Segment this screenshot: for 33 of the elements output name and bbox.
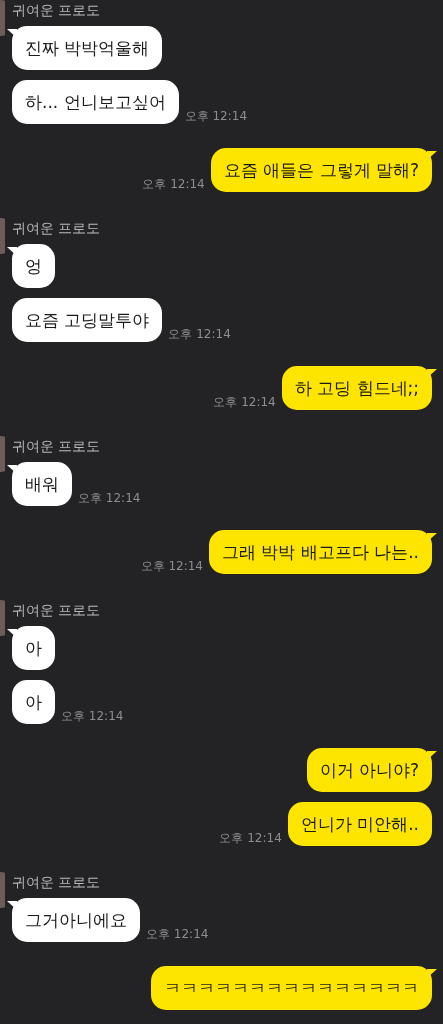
message-bubble[interactable]: 하 고딩 힘드네;; [281, 366, 437, 410]
message-bubble[interactable]: 배워 [7, 462, 72, 506]
message-bubble[interactable]: ㅋㅋㅋㅋㅋㅋㅋㅋㅋㅋㅋㅋㅋㅋㅋ [151, 966, 437, 1010]
timestamp: 오후 12:14 [78, 491, 141, 505]
avatar[interactable] [0, 872, 5, 908]
message-bubble[interactable]: 하... 언니보고싶어 [12, 80, 179, 124]
timestamp: 오후 12:14 [184, 109, 248, 123]
timestamp: 오후 12:14 [168, 327, 231, 341]
message-bubble[interactable]: 진짜 박박억울해 [7, 26, 163, 70]
message-bubble[interactable]: 아 [12, 680, 55, 724]
avatar[interactable] [0, 600, 5, 636]
sender-name: 귀여운 프로도 [12, 873, 101, 892]
sender-name: 귀여운 프로도 [12, 219, 101, 238]
message-bubble[interactable]: 요즘 애들은 그렇게 말해? [210, 148, 437, 192]
avatar[interactable] [0, 436, 5, 472]
sender-name: 귀여운 프로도 [12, 437, 101, 456]
timestamp: 오후 12:14 [213, 395, 276, 409]
timestamp: 오후 12:14 [140, 559, 203, 573]
message-bubble[interactable]: 엉 [7, 244, 55, 288]
timestamp: 오후 12:14 [142, 177, 205, 191]
timestamp: 오후 12:14 [146, 927, 209, 941]
message-bubble[interactable]: 아 [7, 626, 55, 670]
avatar[interactable] [0, 218, 5, 254]
avatar[interactable] [0, 0, 5, 36]
timestamp: 오후 12:14 [61, 709, 124, 723]
message-bubble[interactable]: 언니가 미안해.. [287, 802, 432, 846]
timestamp: 오후 12:14 [219, 831, 282, 845]
message-bubble[interactable]: 그거아니에요 [7, 898, 140, 942]
message-bubble[interactable]: 이거 아니야? [306, 748, 437, 792]
message-bubble[interactable]: 그래 박박 배고프다 나는.. [208, 530, 437, 574]
sender-name: 귀여운 프로도 [12, 601, 101, 620]
sender-name: 귀여운 프로도 [12, 1, 101, 20]
message-bubble[interactable]: 요즘 고딩말투야 [12, 298, 163, 342]
